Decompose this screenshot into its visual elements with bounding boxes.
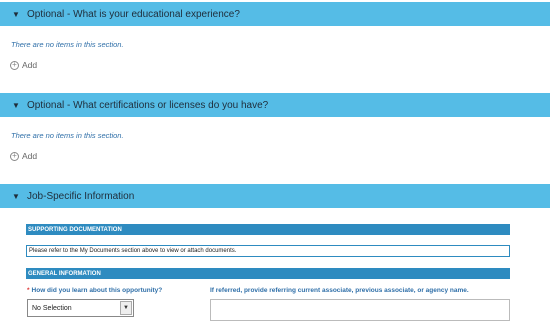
- section-header-certifications[interactable]: ▼ Optional - What certifications or lice…: [0, 93, 550, 117]
- how-learned-select[interactable]: No Selection ▼: [27, 299, 134, 317]
- supporting-documentation-heading: SUPPORTING DOCUMENTATION: [26, 224, 510, 235]
- plus-circle-icon: +: [10, 60, 19, 70]
- section-title-certifications: Optional - What certifications or licens…: [27, 99, 269, 111]
- section-header-education[interactable]: ▼ Optional - What is your educational ex…: [0, 2, 550, 26]
- caret-down-icon: ▼: [12, 9, 20, 19]
- plus-circle-icon: +: [10, 151, 19, 161]
- chevron-down-icon[interactable]: ▼: [120, 301, 132, 315]
- add-certification-label: Add: [22, 151, 38, 161]
- section-title-education: Optional - What is your educational expe…: [27, 8, 240, 20]
- how-learned-value: No Selection: [32, 304, 72, 312]
- how-learned-label-text: How did you learn about this opportunity…: [31, 287, 163, 294]
- required-marker: *: [27, 287, 30, 294]
- general-information-heading: GENERAL INFORMATION: [26, 268, 510, 279]
- add-certification-button[interactable]: + Add: [10, 151, 37, 161]
- referral-label: If referred, provide referring current a…: [210, 287, 469, 294]
- referral-textarea[interactable]: [210, 299, 510, 321]
- caret-down-icon: ▼: [12, 100, 20, 110]
- education-empty-text: There are no items in this section.: [11, 40, 124, 49]
- section-header-job-specific[interactable]: ▼ Job-Specific Information: [0, 184, 550, 208]
- add-education-label: Add: [22, 60, 38, 70]
- how-learned-label: * How did you learn about this opportunit…: [27, 287, 162, 294]
- documents-notice: Please refer to the My Documents section…: [26, 245, 510, 257]
- caret-down-icon: ▼: [12, 191, 20, 201]
- add-education-button[interactable]: + Add: [10, 60, 37, 70]
- certifications-empty-text: There are no items in this section.: [11, 131, 124, 140]
- section-title-job-specific: Job-Specific Information: [27, 190, 135, 202]
